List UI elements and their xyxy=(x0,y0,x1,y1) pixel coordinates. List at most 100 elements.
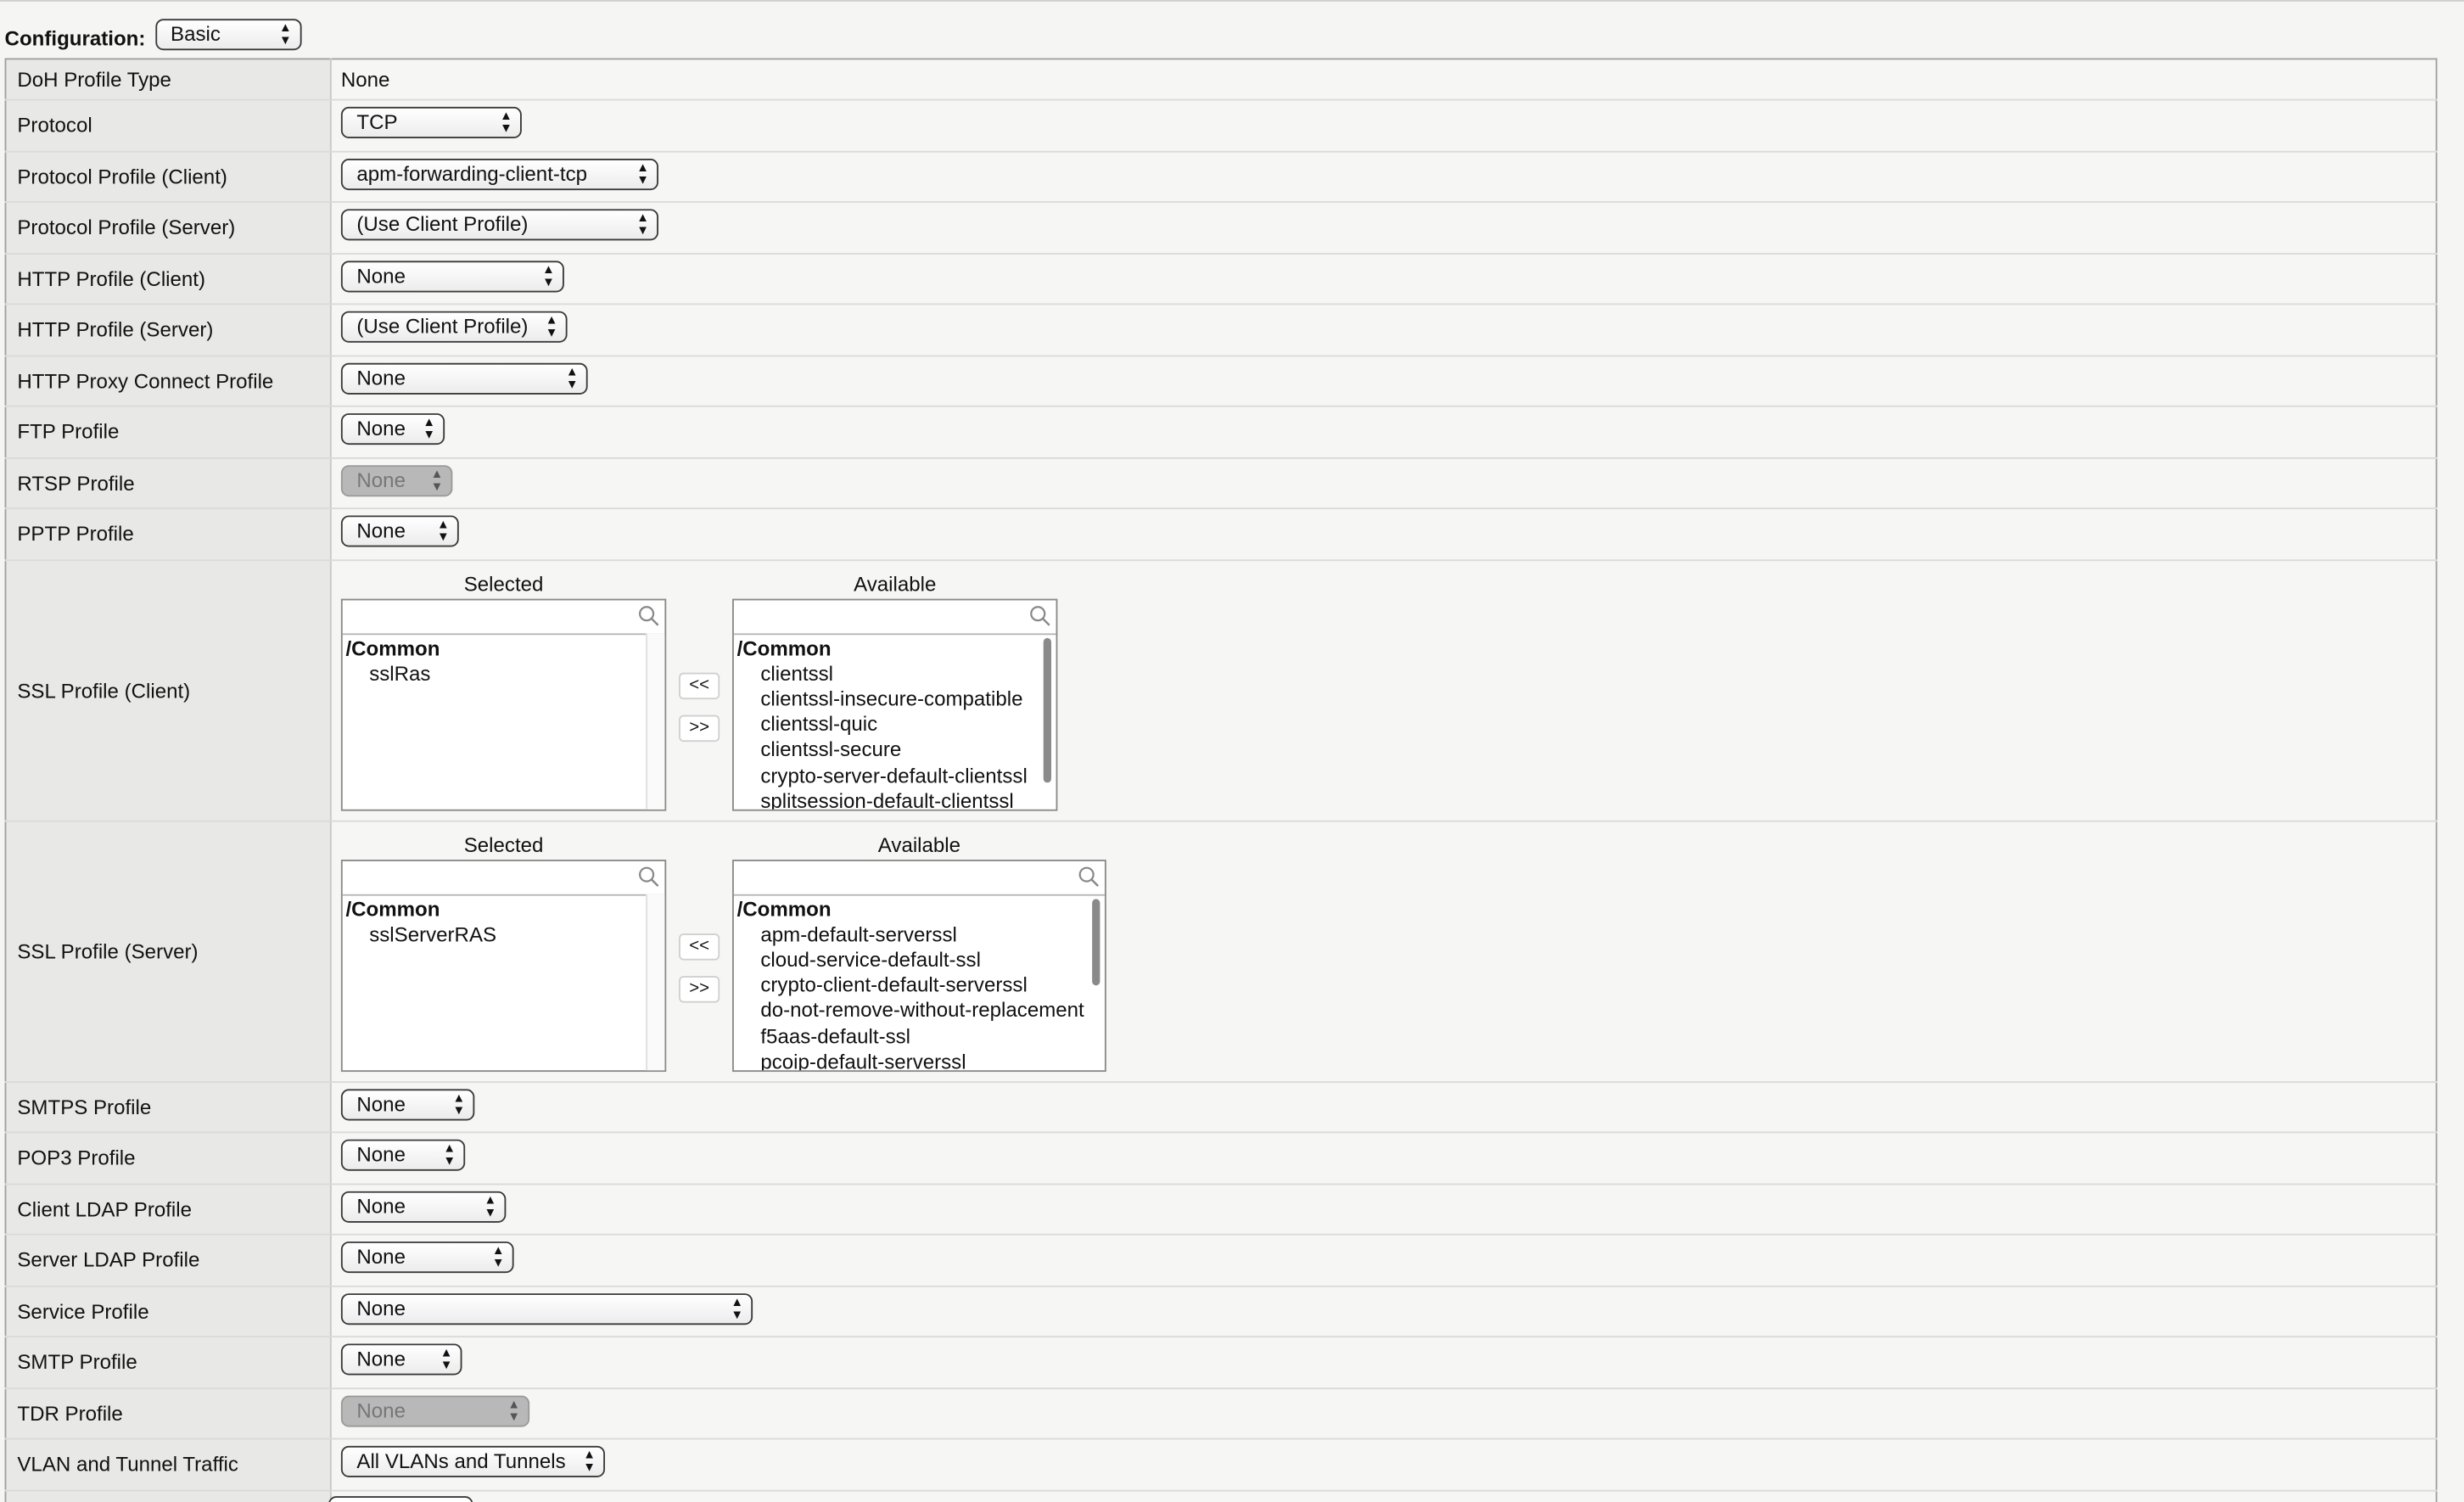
row-label-partial xyxy=(5,1489,332,1502)
profile-settings-table: DoH Profile Type None Protocol TCP ▲ ▼ Pro… xyxy=(4,58,2438,1502)
search-icon xyxy=(1078,866,1100,887)
row-smtp-profile: SMTP Profile None ▲ ▼ xyxy=(5,1337,2437,1389)
list-item[interactable]: splitsession-default-clientssl xyxy=(734,788,1056,809)
list-item[interactable]: clientssl xyxy=(734,661,1056,687)
up-down-arrows-icon: ▲ ▼ xyxy=(484,1192,497,1219)
http-proxy-connect-profile-select[interactable]: None ▲ ▼ xyxy=(340,362,588,395)
protocol-profile-client-select[interactable]: apm-forwarding-client-tcp ▲ ▼ xyxy=(340,158,658,190)
scrollbar[interactable] xyxy=(646,632,665,809)
list-item[interactable]: cloud-service-default-ssl xyxy=(734,948,1105,973)
protocol-select[interactable]: TCP ▲ ▼ xyxy=(340,107,522,139)
scrollbar-thumb[interactable] xyxy=(1043,636,1051,782)
scrollbar-thumb[interactable] xyxy=(1092,898,1100,985)
up-down-arrows-icon: ▲ ▼ xyxy=(491,1243,505,1270)
service-profile-select[interactable]: None ▲ ▼ xyxy=(340,1292,753,1325)
ssl-server-selected-column: Selected /Common sslServerRAS xyxy=(340,821,667,1072)
pop3-profile-select[interactable]: None ▲ ▼ xyxy=(340,1140,466,1172)
row-label: VLAN and Tunnel Traffic xyxy=(5,1438,332,1491)
ssl-server-selected-search-input[interactable] xyxy=(342,860,665,895)
move-left-button[interactable]: << xyxy=(679,933,720,960)
row-label: Protocol Profile (Server) xyxy=(5,201,332,255)
pptp-profile-value: None xyxy=(356,518,406,543)
up-down-arrows-icon: ▲ ▼ xyxy=(731,1294,743,1322)
configuration-row: Configuration: Basic ▲ ▼ xyxy=(5,17,301,52)
row-protocol: Protocol TCP ▲ ▼ xyxy=(5,99,2437,152)
row-http-proxy-connect-profile: HTTP Proxy Connect Profile None ▲ ▼ xyxy=(5,355,2437,407)
ssl-client-available-listbox[interactable]: /Common clientssl clientssl-insecure-com… xyxy=(732,597,1058,810)
pptp-profile-select[interactable]: None ▲ ▼ xyxy=(340,515,459,547)
protocol-profile-server-select[interactable]: (Use Client Profile) ▲ ▼ xyxy=(340,209,658,241)
row-pop3-profile: POP3 Profile None ▲ ▼ xyxy=(5,1132,2437,1185)
search-icon xyxy=(1030,605,1050,625)
page: Configuration: Basic ▲ ▼ DoH Profile Type… xyxy=(0,0,2464,1502)
smtps-profile-value: None xyxy=(356,1091,406,1116)
move-right-button[interactable]: >> xyxy=(679,975,720,1002)
scrollbar[interactable] xyxy=(1088,894,1105,1069)
smtps-profile-select[interactable]: None ▲ ▼ xyxy=(340,1088,475,1121)
list-item[interactable]: pcoip-default-serverssl xyxy=(734,1050,1105,1070)
rtsp-profile-value: None xyxy=(356,468,406,492)
vlan-tunnel-traffic-select[interactable]: All VLANs and Tunnels ▲ ▼ xyxy=(340,1446,606,1478)
partial-select[interactable] xyxy=(328,1496,473,1502)
row-label: Protocol Profile (Client) xyxy=(5,150,332,203)
row-label: HTTP Profile (Client) xyxy=(5,253,332,305)
protocol-select-value: TCP xyxy=(356,110,398,134)
http-profile-server-value: (Use Client Profile) xyxy=(356,314,529,339)
list-item[interactable]: clientssl-insecure-compatible xyxy=(734,687,1056,712)
http-profile-server-select[interactable]: (Use Client Profile) ▲ ▼ xyxy=(340,311,568,344)
move-left-button[interactable]: << xyxy=(679,671,720,699)
row-label: Server LDAP Profile xyxy=(5,1234,332,1286)
ssl-server-available-listbox[interactable]: /Common apm-default-serverssl cloud-serv… xyxy=(732,859,1106,1072)
row-label: FTP Profile xyxy=(5,406,332,458)
ftp-profile-select[interactable]: None ▲ ▼ xyxy=(340,413,445,446)
scrollbar[interactable] xyxy=(646,893,665,1070)
vlan-tunnel-traffic-value: All VLANs and Tunnels xyxy=(356,1449,566,1473)
list-item[interactable]: sslRas xyxy=(343,661,665,687)
ssl-server-available-search-input[interactable] xyxy=(733,860,1105,895)
smtp-profile-select[interactable]: None ▲ ▼ xyxy=(340,1343,462,1376)
protocol-profile-server-value: (Use Client Profile) xyxy=(356,212,529,237)
ssl-server-selected-items: /Common sslServerRAS xyxy=(343,895,665,948)
up-down-arrows-icon: ▲ ▼ xyxy=(452,1090,466,1118)
server-ldap-profile-select[interactable]: None ▲ ▼ xyxy=(340,1241,514,1274)
list-item[interactable]: apm-default-serverssl xyxy=(734,922,1105,948)
list-item[interactable]: clientssl-quic xyxy=(734,712,1056,737)
ssl-client-selected-header: Selected xyxy=(463,571,544,595)
ssl-client-selected-listbox[interactable]: /Common sslRas xyxy=(340,597,667,810)
row-tdr-profile: TDR Profile None ▲ ▼ xyxy=(5,1387,2437,1440)
row-label: SSL Profile (Client) xyxy=(5,559,332,821)
client-ldap-profile-select[interactable]: None ▲ ▼ xyxy=(340,1191,507,1223)
row-http-profile-client: HTTP Profile (Client) None ▲ ▼ xyxy=(5,253,2437,305)
search-icon xyxy=(639,605,659,625)
configuration-select[interactable]: Basic ▲ ▼ xyxy=(154,19,301,51)
ssl-server-dual-list: Selected /Common sslServerRAS << >> Avai… xyxy=(340,821,2436,1079)
list-item[interactable]: clientssl-secure xyxy=(734,737,1056,763)
scrollbar[interactable] xyxy=(1039,632,1056,808)
row-doh-profile-type: DoH Profile Type None xyxy=(5,59,2437,101)
ssl-server-selected-listbox[interactable]: /Common sslServerRAS xyxy=(340,859,667,1072)
row-vlan-tunnel-traffic: VLAN and Tunnel Traffic All VLANs and Tu… xyxy=(5,1438,2437,1491)
up-down-arrows-icon: ▲ ▼ xyxy=(636,160,649,187)
list-item[interactable]: crypto-client-default-serverssl xyxy=(734,973,1105,999)
list-item[interactable]: do-not-remove-without-replacement xyxy=(734,999,1105,1024)
list-item[interactable]: sslServerRAS xyxy=(343,922,665,948)
client-ldap-profile-value: None xyxy=(356,1194,406,1218)
rtsp-profile-select: None ▲ ▼ xyxy=(340,464,453,496)
move-right-button[interactable]: >> xyxy=(679,714,720,742)
up-down-arrows-icon: ▲ ▼ xyxy=(507,1396,521,1424)
ssl-client-available-search-input[interactable] xyxy=(733,600,1056,635)
up-down-arrows-icon: ▲ ▼ xyxy=(500,109,512,136)
ftp-profile-value: None xyxy=(356,417,406,441)
smtp-profile-value: None xyxy=(356,1347,406,1371)
list-group-header: /Common xyxy=(736,896,832,921)
ssl-client-selected-search-input[interactable] xyxy=(342,600,665,635)
doh-profile-type-value: None xyxy=(330,59,2437,101)
list-item[interactable]: crypto-server-default-clientssl xyxy=(734,763,1056,788)
list-group-header: /Common xyxy=(345,636,440,659)
http-proxy-connect-profile-value: None xyxy=(356,366,406,390)
ssl-client-dual-list: Selected /Common sslRas << >> Available … xyxy=(340,560,2436,818)
http-profile-client-select[interactable]: None ▲ ▼ xyxy=(340,260,564,293)
list-item[interactable]: f5aas-default-ssl xyxy=(734,1024,1105,1050)
row-pptp-profile: PPTP Profile None ▲ ▼ xyxy=(5,508,2437,561)
configuration-label: Configuration: xyxy=(4,25,146,50)
